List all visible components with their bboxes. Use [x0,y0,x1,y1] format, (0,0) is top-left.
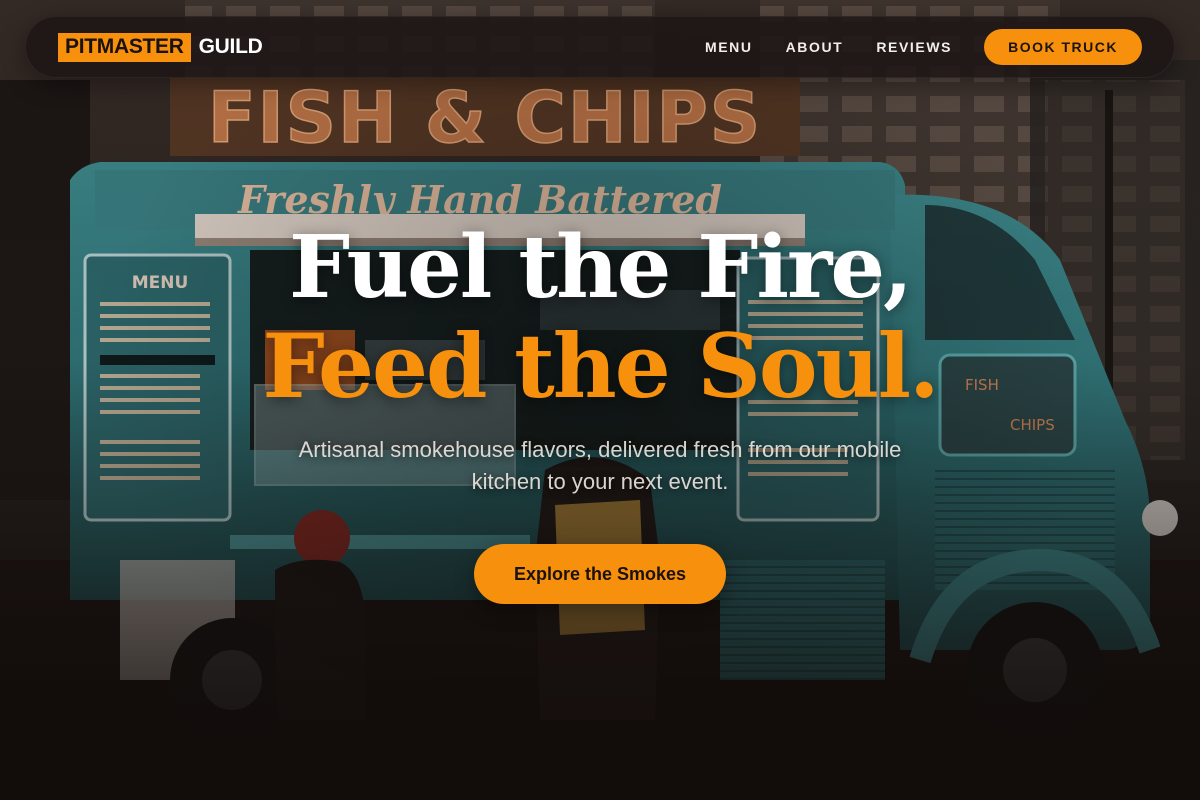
explore-smokes-button[interactable]: Explore the Smokes [474,544,726,604]
nav-link-menu[interactable]: MENU [705,39,753,55]
hero-section: Fuel the Fire, Feed the Soul. Artisanal … [0,218,1200,604]
brand-logo[interactable]: PITMASTER GUILD [58,32,263,62]
nav-link-about[interactable]: ABOUT [786,39,844,55]
headline-line-2: Feed the Soul. [262,314,939,418]
brand-name-rest: GUILD [198,35,263,58]
nav-links: MENU ABOUT REVIEWS BOOK TRUCK [705,29,1142,65]
hero-headline: Fuel the Fire, Feed the Soul. [0,217,1200,418]
headline-line-1: Fuel the Fire, [289,217,913,318]
hero-subtitle: Artisanal smokehouse flavors, delivered … [298,437,902,494]
brand-name-accent: PITMASTER [58,32,191,62]
nav-link-reviews[interactable]: REVIEWS [876,39,952,55]
top-navbar: PITMASTER GUILD MENU ABOUT REVIEWS BOOK … [25,16,1175,78]
book-truck-button[interactable]: BOOK TRUCK [984,29,1142,65]
